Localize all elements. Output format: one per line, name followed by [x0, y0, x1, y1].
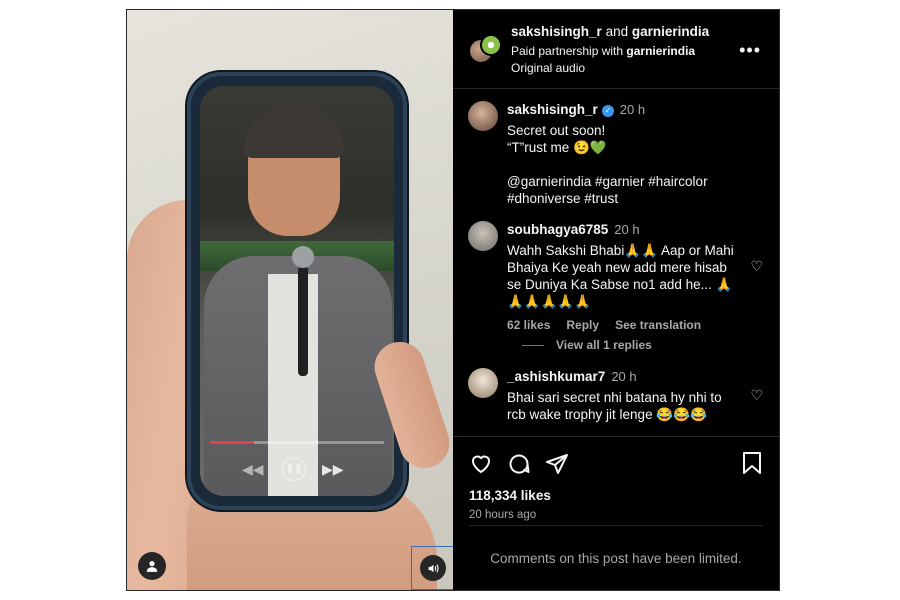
brand-avatar	[480, 34, 502, 56]
avatar[interactable]	[468, 368, 498, 398]
comment-username[interactable]: soubhagya6785	[507, 222, 608, 237]
fast-forward-icon: ▶▶	[322, 462, 344, 478]
replies-divider	[522, 344, 544, 346]
likes-count[interactable]: 118,334 likes	[469, 488, 763, 503]
comments-section[interactable]: sakshisingh_r ✓ 20 h Secret out soon! “T”r…	[453, 89, 779, 436]
microphone-handle	[298, 266, 308, 376]
rewind-icon: ◀◀	[242, 462, 264, 478]
comment-like-icon[interactable]: ♡	[750, 388, 763, 404]
heart-icon[interactable]	[469, 452, 493, 476]
comment-icon[interactable]	[507, 452, 531, 476]
video-progress-fill	[210, 441, 254, 444]
header-connector: and	[605, 24, 629, 39]
comment-text: Bhai sari secret nhi batana hy nhi to rc…	[507, 390, 722, 422]
person-hair	[244, 106, 344, 158]
view-replies-label: View all 1 replies	[556, 338, 652, 352]
collab-avatars[interactable]	[468, 34, 502, 68]
post-modal: ◀◀ ❚❚ ▶▶ sakshisingh_r and garnierindia …	[126, 9, 780, 591]
post-header: sakshisingh_r and garnierindia Paid part…	[453, 10, 779, 89]
more-horizontal-icon[interactable]: •••	[739, 40, 761, 61]
comment-time: 20 h	[611, 369, 637, 384]
header-title: sakshisingh_r and garnierindia	[511, 24, 779, 39]
pause-icon: ❚❚	[282, 457, 306, 481]
verified-icon: ✓	[601, 105, 614, 117]
share-icon[interactable]	[545, 452, 569, 476]
comment-text: Wahh Sakshi Bhabi🙏🙏 Aap or Mahi Bhaiya K…	[507, 243, 734, 309]
comment-meta: 62 likes Reply See translation	[507, 318, 765, 332]
avatar[interactable]	[468, 101, 498, 131]
comment: soubhagya6785 20 h Wahh Sakshi Bhabi🙏🙏 Aa…	[468, 221, 765, 332]
user-icon	[146, 561, 158, 572]
header-brand-link[interactable]: garnierindia	[632, 24, 709, 39]
reply-button[interactable]: Reply	[566, 318, 599, 332]
view-replies-button[interactable]: View all 1 replies	[522, 338, 765, 352]
action-icons	[469, 451, 763, 477]
phone-screen: ◀◀ ❚❚ ▶▶	[200, 86, 394, 496]
caption: sakshisingh_r ✓ 20 h Secret out soon! “T”r…	[468, 101, 765, 207]
partnership-prefix: Paid partnership with	[511, 44, 624, 58]
phone-illustration: ◀◀ ❚❚ ▶▶	[187, 72, 407, 510]
comment-likes[interactable]: 62 likes	[507, 318, 550, 332]
audio-link[interactable]: Original audio	[511, 61, 779, 75]
avatar[interactable]	[468, 221, 498, 251]
bookmark-icon[interactable]	[741, 451, 763, 475]
post-timestamp: 20 hours ago	[469, 509, 537, 521]
comments-limited-notice: Comments on this post have been limited.	[469, 525, 763, 590]
microphone	[292, 246, 314, 268]
comment: _ashishkumar7 20 h Bhai sari secret nhi b…	[468, 368, 765, 423]
sound-toggle-button[interactable]	[411, 546, 453, 590]
tagged-users-button[interactable]	[138, 552, 166, 580]
see-translation-button[interactable]: See translation	[615, 318, 701, 332]
post-actions: 118,334 likes 20 hours ago	[453, 436, 779, 525]
caption-username[interactable]: sakshisingh_r	[507, 102, 598, 117]
post-media[interactable]: ◀◀ ❚❚ ▶▶	[127, 10, 453, 590]
comment-time: 20 h	[614, 222, 640, 237]
post-side-panel: sakshisingh_r and garnierindia Paid part…	[453, 10, 779, 590]
speaker-icon	[428, 563, 439, 573]
comment-like-icon[interactable]: ♡	[750, 259, 763, 275]
caption-time: 20 h	[619, 102, 646, 117]
caption-text: Secret out soon! “T”rust me 😉💚 @garnieri…	[507, 123, 708, 206]
header-user-link[interactable]: sakshisingh_r	[511, 24, 602, 39]
comment-username[interactable]: _ashishkumar7	[507, 369, 605, 384]
partnership-brand-link[interactable]: garnierindia	[626, 44, 695, 58]
